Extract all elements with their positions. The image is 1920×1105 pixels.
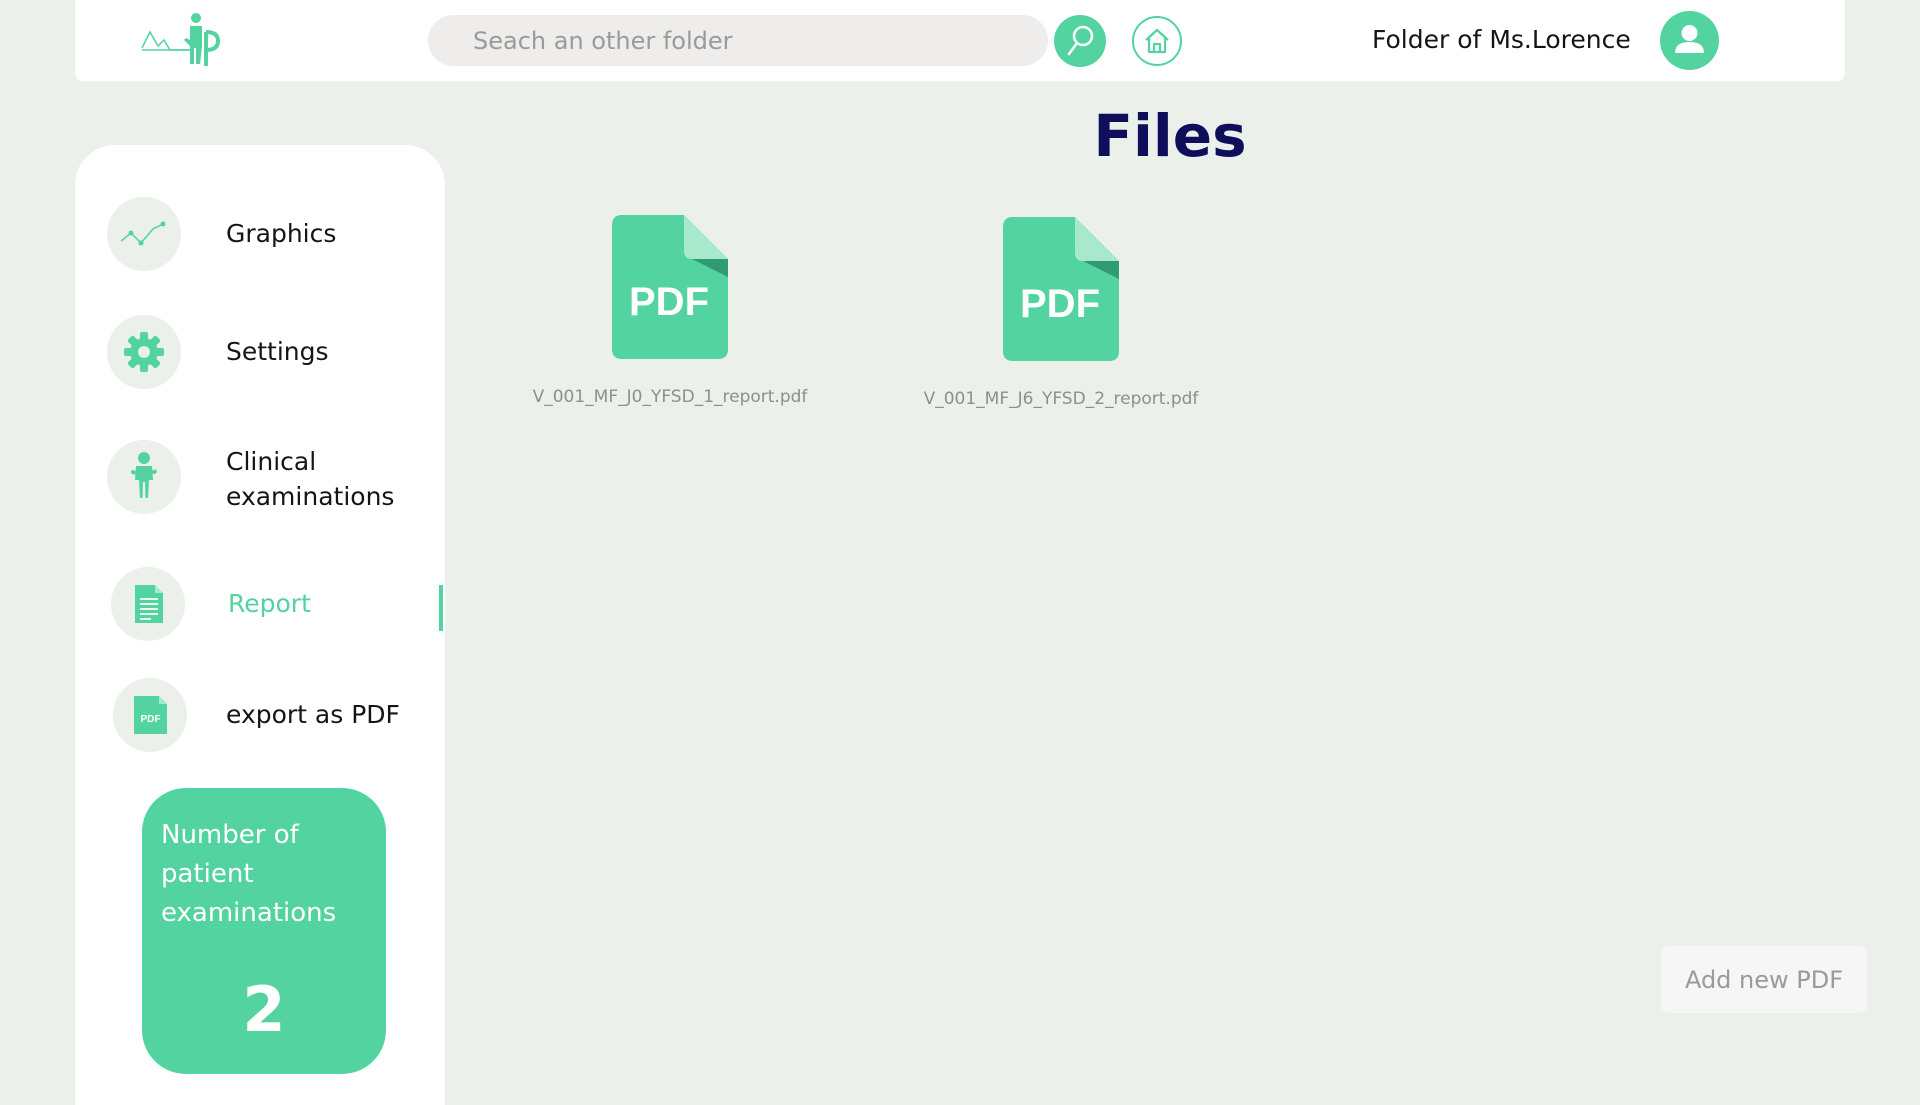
home-icon [1145, 28, 1169, 54]
sidebar-item-clinical-examinations[interactable]: Clinical examinations [107, 440, 437, 520]
nav-icon-circle [107, 315, 181, 389]
sidebar-item-label: Graphics [226, 219, 337, 248]
sidebar-item-label: Clinical examinations [226, 447, 395, 511]
sidebar-item-label: export as PDF [226, 700, 400, 729]
user-icon [1675, 25, 1704, 53]
folder-owner: Folder of Ms.Lorence [1372, 22, 1631, 58]
gear-icon [124, 332, 164, 372]
sidebar-item-settings[interactable]: Settings [107, 315, 437, 391]
pdf-file-icon: PDF [612, 215, 728, 359]
sidebar-item-export-pdf[interactable]: PDF export as PDF [113, 678, 443, 754]
user-avatar[interactable] [1660, 11, 1719, 70]
add-new-pdf-button[interactable]: Add new PDF [1661, 946, 1867, 1013]
page-title: Files [1093, 102, 1247, 170]
patient-name: Ms.Lorence [1489, 25, 1631, 54]
file-item[interactable]: PDF V_001_MF_J0_YFSD_1_report.pdf [500, 215, 840, 425]
nav-icon-circle [111, 567, 185, 641]
count-value: 2 [242, 973, 286, 1046]
folder-of-label: Folder of [1372, 25, 1482, 54]
app-logo[interactable] [140, 12, 230, 68]
nav-icon-circle [107, 440, 181, 514]
pdf-icon: PDF [134, 696, 167, 734]
nav-icon-circle [107, 197, 181, 271]
file-item[interactable]: PDF V_001_MF_J6_YFSD_2_report.pdf [891, 217, 1231, 427]
count-label: Number of patient examinations [161, 820, 337, 928]
sidebar-item-graphics[interactable]: Graphics [107, 197, 437, 273]
sidebar-item-label: Settings [226, 337, 329, 366]
pdf-badge-text: PDF [629, 280, 709, 324]
active-indicator [439, 585, 443, 631]
search-bar [428, 15, 1048, 66]
sidebar-item-report[interactable]: Report [111, 567, 441, 643]
search-input[interactable] [428, 15, 1048, 66]
person-icon [131, 452, 157, 498]
search-icon [1067, 25, 1094, 56]
file-name: V_001_MF_J6_YFSD_2_report.pdf [923, 389, 1199, 409]
pdf-badge-text: PDF [1020, 282, 1100, 326]
document-icon [135, 585, 163, 623]
svg-text:PDF: PDF [141, 714, 161, 725]
search-button[interactable] [1054, 15, 1106, 67]
chart-line-icon [120, 221, 166, 246]
file-name: V_001_MF_J0_YFSD_1_report.pdf [532, 387, 808, 407]
sidebar: Graphics Settings Clinical examinations … [75, 145, 445, 1105]
pdf-file-icon: PDF [1003, 217, 1119, 361]
sidebar-item-label: Report [228, 589, 311, 618]
examinations-count-card: Number of patient examinations 2 [142, 788, 386, 1074]
home-button[interactable] [1132, 16, 1182, 66]
nav-icon-circle: PDF [113, 678, 187, 752]
